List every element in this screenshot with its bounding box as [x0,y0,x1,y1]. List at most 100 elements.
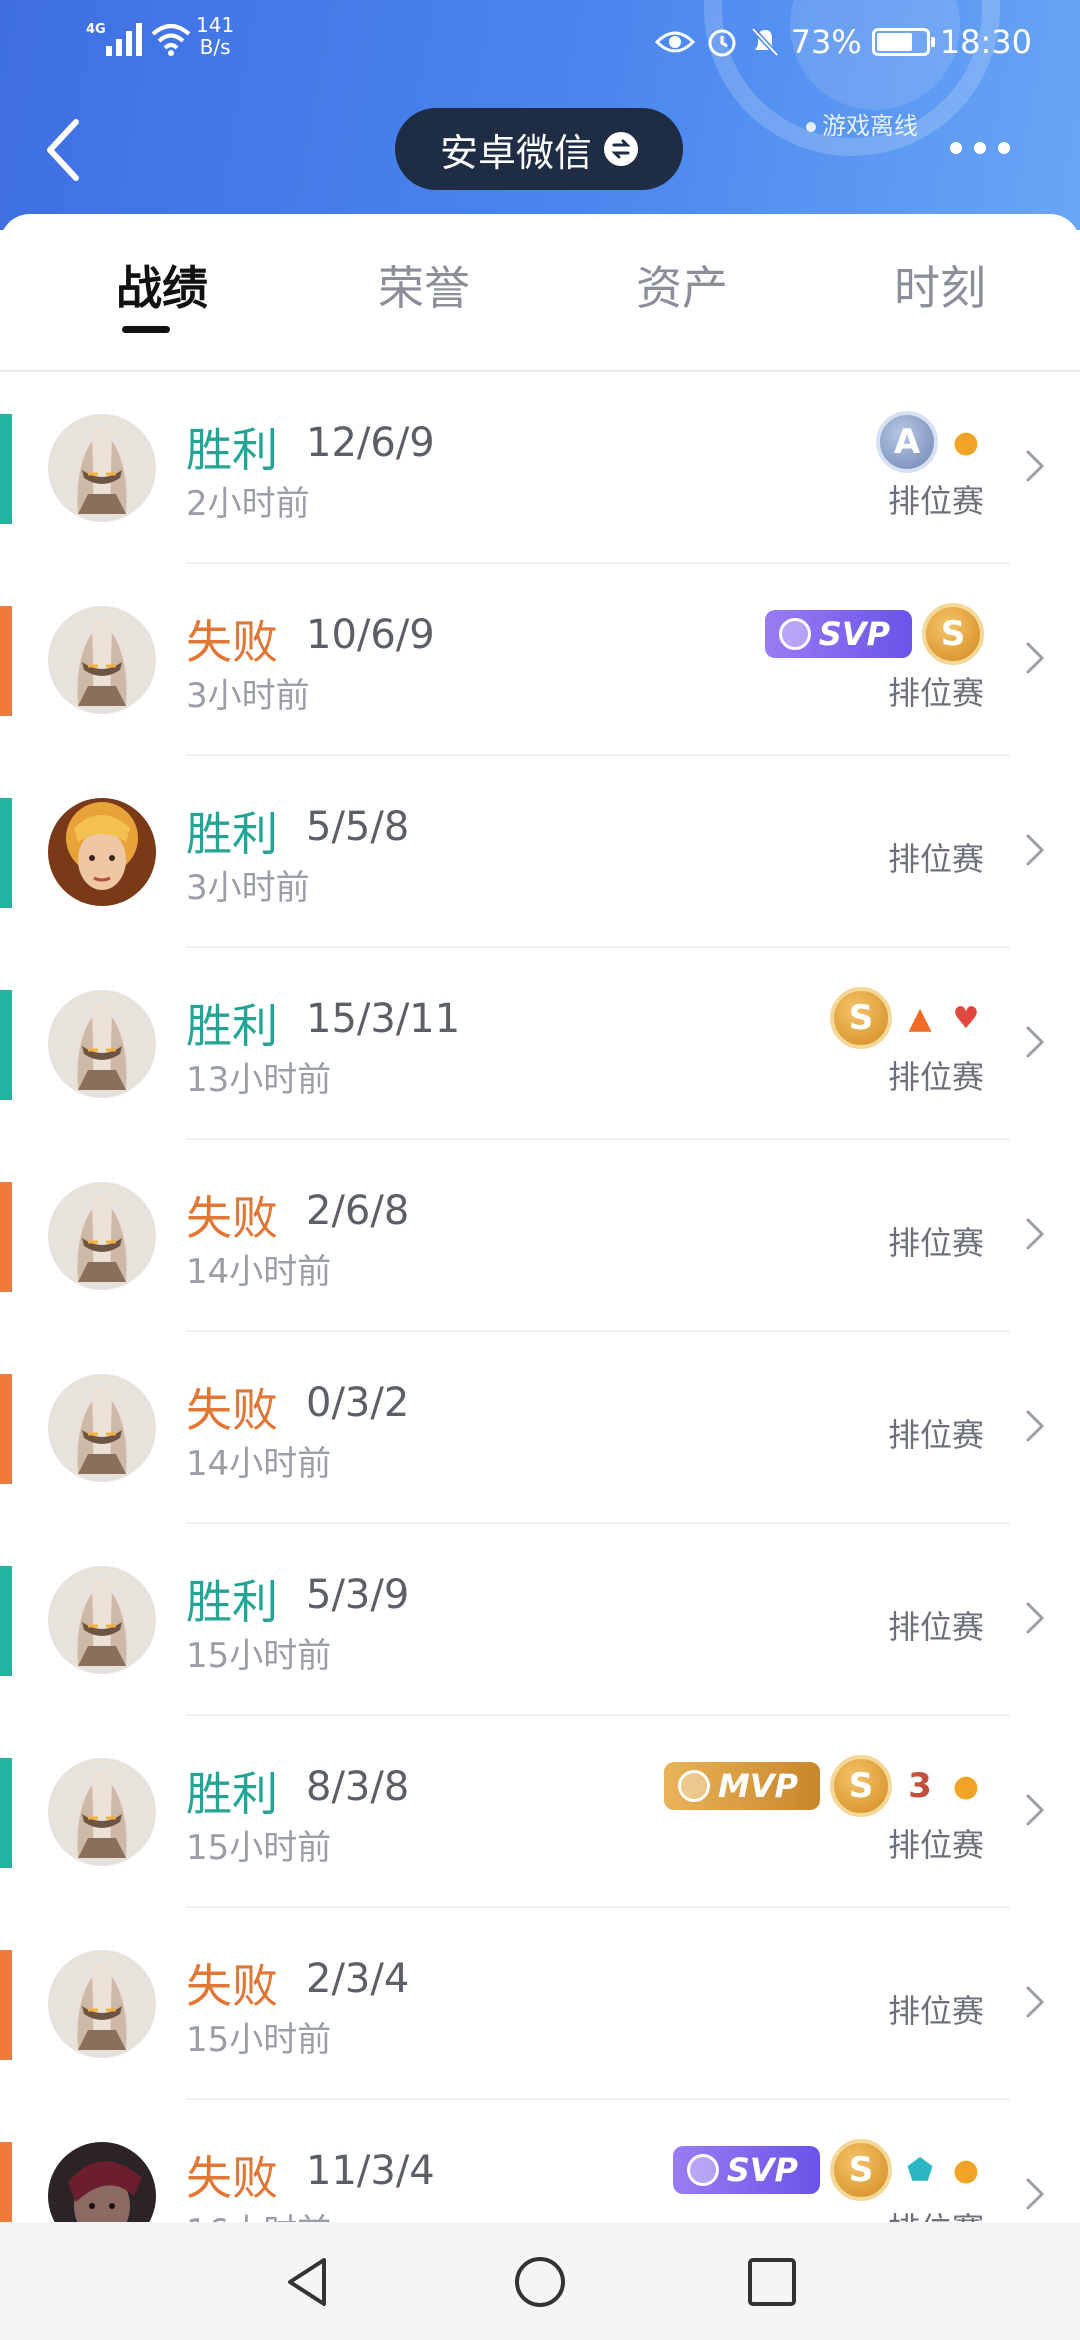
account-switch-button[interactable]: 安卓微信 [395,108,683,190]
match-badges: SVP S [764,602,984,666]
hero-avatar [48,1374,156,1482]
match-row[interactable]: 胜利 5/5/8 3小时前 排位赛 [0,756,1080,948]
match-kda: 2/6/8 [306,1188,410,1234]
result-indicator-bar [0,990,12,1100]
match-kda: 11/3/4 [306,2148,435,2194]
match-mode: 排位赛 [888,2204,984,2222]
hero-avatar [48,1182,156,1290]
match-mode: 排位赛 [887,1416,984,1454]
match-time: 3小时前 [186,868,310,908]
match-mode: 排位赛 [887,674,984,712]
network-type: 4G [86,22,106,37]
match-result: 失败 [186,1191,278,1245]
match-kda: 8/3/8 [306,1764,410,1810]
match-badges: MVP S 3 ● [663,1754,984,1818]
status-right: 73% 18:30 [654,20,1032,64]
result-indicator-bar [0,414,12,524]
result-indicator-bar [0,2142,12,2222]
match-badges: S ▲ ♥ [830,986,984,1050]
hero-avatar [48,990,156,1098]
chevron-right-icon [1026,1602,1045,1634]
match-row[interactable]: 胜利 15/3/11 13小时前 S ▲ ♥ 排位赛 [0,948,1080,1140]
match-row[interactable]: 胜利 8/3/8 15小时前 MVP S 3 ● 排位赛 [0,1716,1080,1908]
chevron-right-icon [1026,1026,1045,1058]
clock: 18:30 [939,23,1032,61]
match-time: 13小时前 [186,1060,332,1100]
hero-avatar [48,1950,156,2058]
match-time: 2小时前 [186,484,310,524]
chevron-right-icon [1026,834,1045,866]
match-badges: SVP S ⬟ ● [672,2138,984,2202]
nav-recents-icon[interactable] [742,2252,802,2312]
net-speed-unit: B/s [199,35,231,59]
result-indicator-bar [0,1566,12,1676]
match-result: 胜利 [186,807,278,861]
match-kda: 5/5/8 [306,804,410,850]
match-row[interactable]: 失败 2/3/4 15小时前 排位赛 [0,1908,1080,2100]
tab-record[interactable]: 战绩 [116,252,208,318]
more-menu-button[interactable] [950,134,1030,162]
match-row[interactable]: 失败 2/6/8 14小时前 排位赛 [0,1140,1080,1332]
hero-avatar [48,2142,156,2222]
battery-percent: 73% [790,23,862,61]
match-row[interactable]: 胜利 5/3/9 15小时前 排位赛 [0,1524,1080,1716]
result-indicator-bar [0,606,12,716]
tab-honor[interactable]: 荣誉 [378,252,470,318]
match-result: 失败 [186,2151,278,2205]
match-time: 3小时前 [186,676,310,716]
match-row[interactable]: 失败 0/3/2 14小时前 排位赛 [0,1332,1080,1524]
match-time: 14小时前 [186,1444,332,1484]
eye-icon [654,31,695,53]
match-row[interactable]: 失败 11/3/4 16小时前 SVP S ⬟ ● 排位赛 [0,2100,1080,2222]
hero-avatar [48,606,156,714]
match-result: 失败 [186,1383,278,1437]
match-kda: 10/6/9 [306,612,435,658]
nav-home-icon[interactable] [510,2252,570,2312]
gem-icon [778,618,811,650]
active-tab-indicator [122,326,170,333]
match-list[interactable]: 胜利 12/6/9 2小时前 A ● 排位赛 失败 10/6/9 3小时前 SVP S 排位赛 胜利 5/… [0,372,1080,2222]
match-mode: 排位赛 [887,1608,984,1646]
chevron-right-icon [1026,1410,1045,1442]
match-time: 15小时前 [186,1828,332,1868]
tab-assets[interactable]: 资产 [636,252,728,318]
chevron-right-icon [1026,642,1045,674]
match-time: 16小时前 [186,2204,331,2222]
mvp-badge-text: MVP [717,1767,798,1805]
hero-avatar [48,414,156,522]
triple-kill-icon: 3 [908,1766,932,1806]
back-arrow-icon[interactable] [36,110,96,190]
mute-bell-icon [750,27,779,57]
match-kda: 0/3/2 [306,1380,410,1426]
hero-avatar [48,1758,156,1866]
status-bar: 4G 141 B/s 73% 18:30 [0,0,1080,80]
match-row[interactable]: 胜利 12/6/9 2小时前 A ● 排位赛 [0,372,1080,564]
gem-icon [686,2154,719,2186]
chevron-right-icon [1026,1218,1045,1250]
match-row[interactable]: 失败 10/6/9 3小时前 SVP S 排位赛 [0,564,1080,756]
status-dot [806,122,816,132]
medal-s-icon: S [830,2139,892,2201]
result-indicator-bar [0,1182,12,1292]
svp-badge: SVP [672,2146,820,2194]
tab-moments[interactable]: 时刻 [894,252,986,318]
more-dot-icon [998,142,1010,154]
signal-icon [106,23,142,56]
match-mode: 排位赛 [887,1058,984,1096]
account-label: 安卓微信 [439,130,592,175]
match-mode: 排位赛 [887,1826,984,1864]
wifi-icon [151,24,191,56]
nav-back-icon[interactable] [278,2252,338,2312]
shield-icon: ⬟ [906,2152,934,2188]
match-kda: 15/3/11 [306,996,461,1042]
medal-s-icon: S [830,1755,892,1817]
match-kda: 5/3/9 [306,1572,410,1618]
chevron-right-icon [1026,1986,1045,2018]
match-kda: 12/6/9 [306,420,435,466]
mvp-badge: MVP [663,1762,820,1810]
hero-avatar [48,798,156,906]
coins-icon: ● [952,2152,980,2188]
match-mode: 排位赛 [887,482,984,520]
medal-a-icon: A [876,411,938,473]
match-time: 15小时前 [186,1636,332,1676]
